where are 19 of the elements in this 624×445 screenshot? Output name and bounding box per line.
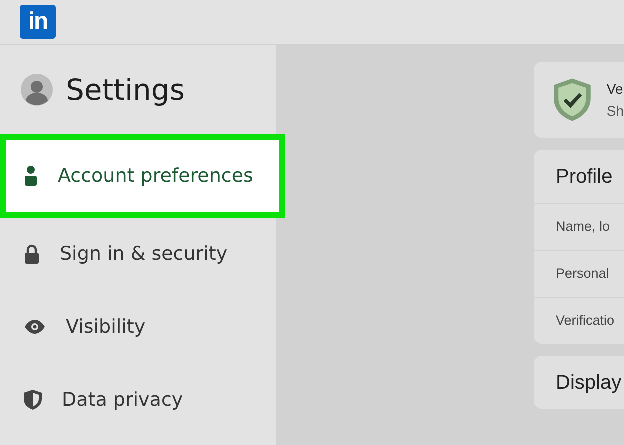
logo[interactable]: in (20, 5, 56, 39)
eye-icon (24, 320, 46, 334)
settings-row[interactable]: Personal (534, 250, 624, 297)
card-subtitle: Sh (606, 102, 624, 121)
section-title: Display (555, 372, 623, 396)
settings-title: Settings (66, 73, 185, 107)
person-icon (24, 166, 38, 186)
sidebar-item[interactable]: Data privacy (0, 363, 276, 436)
avatar-icon (21, 74, 53, 106)
settings-row[interactable]: Name, lo (534, 203, 624, 250)
sidebar-item[interactable]: Visibility (0, 290, 276, 363)
shield-check-icon (554, 77, 591, 123)
card-title: Ve (606, 80, 624, 99)
sidebar-item[interactable]: Account preferences (0, 134, 285, 218)
settings-row[interactable]: Verificatio (534, 297, 624, 344)
shield-icon (24, 390, 42, 410)
section-title: Profile (555, 166, 614, 190)
lock-icon (24, 244, 40, 264)
sidebar-item[interactable]: Sign in & security (0, 217, 276, 290)
